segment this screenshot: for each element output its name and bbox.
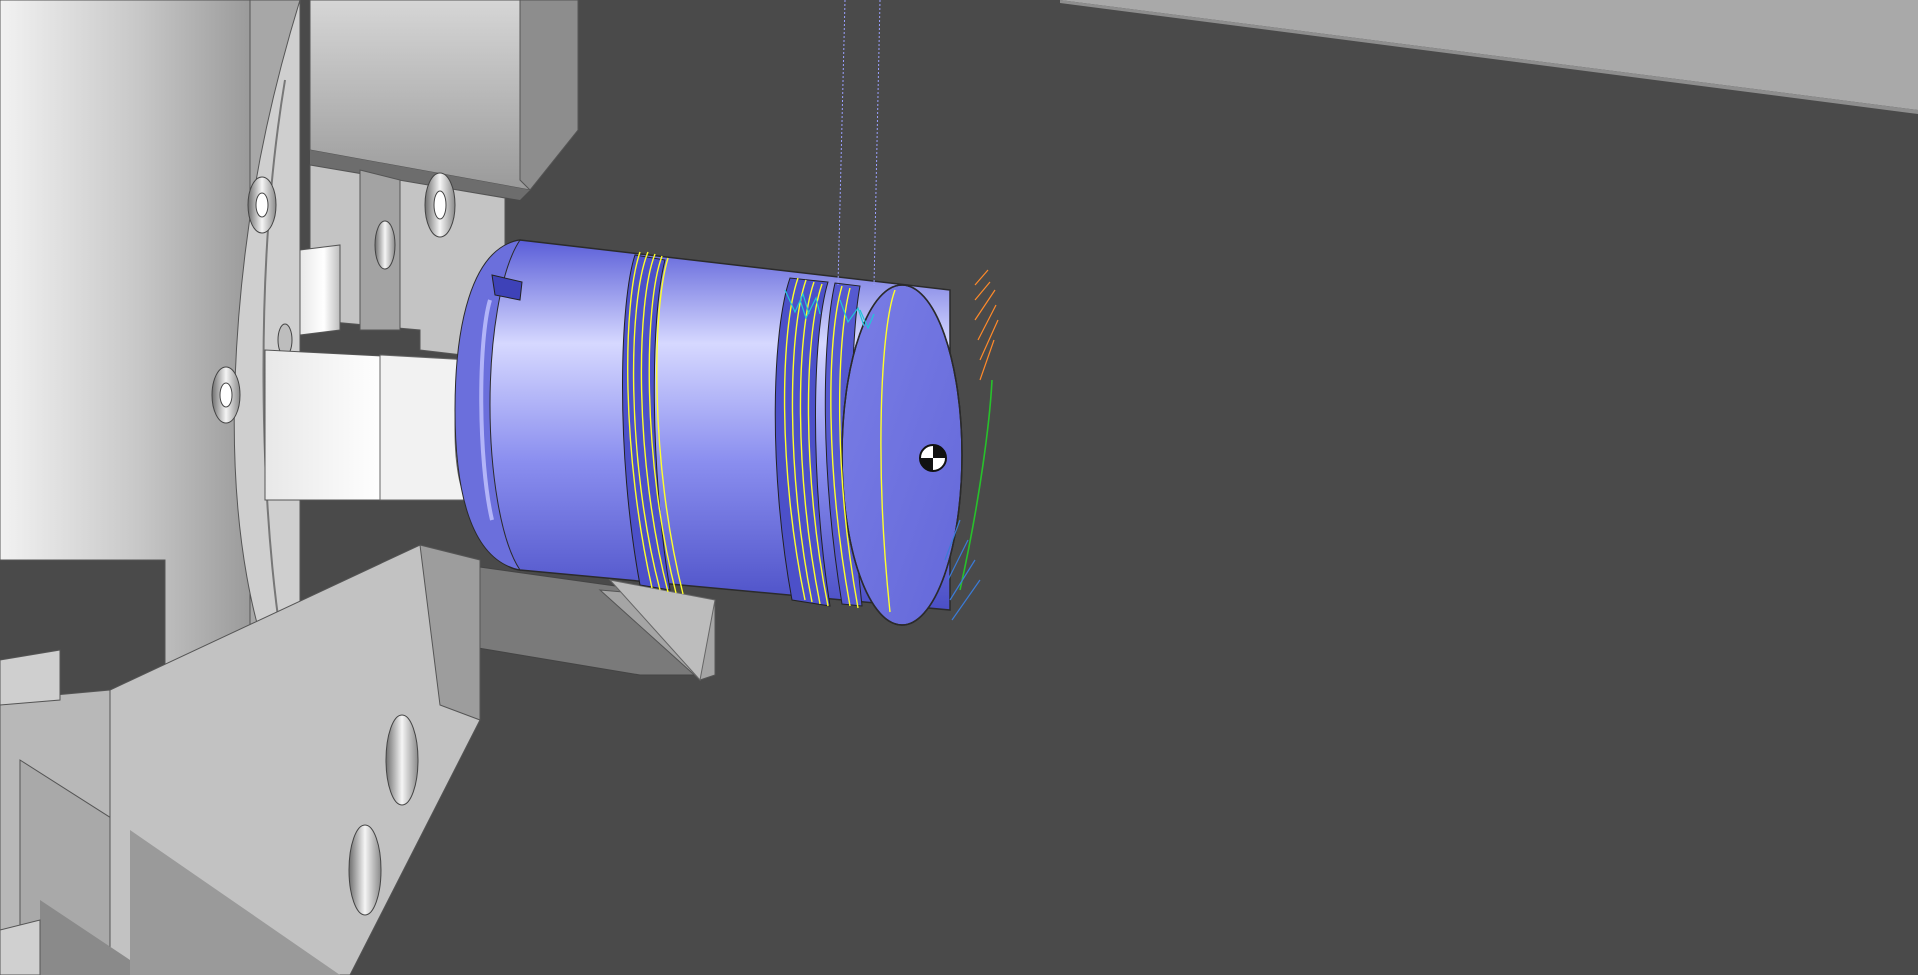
chuck-jaw-upper xyxy=(309,0,579,200)
3d-viewport[interactable] xyxy=(0,0,1918,975)
machining-scene[interactable] xyxy=(0,0,1918,975)
spindle-shaft xyxy=(264,349,486,501)
bolt-hole-icon xyxy=(348,824,382,916)
work-origin-icon[interactable] xyxy=(919,444,947,472)
bolt-hole-icon xyxy=(385,714,419,806)
